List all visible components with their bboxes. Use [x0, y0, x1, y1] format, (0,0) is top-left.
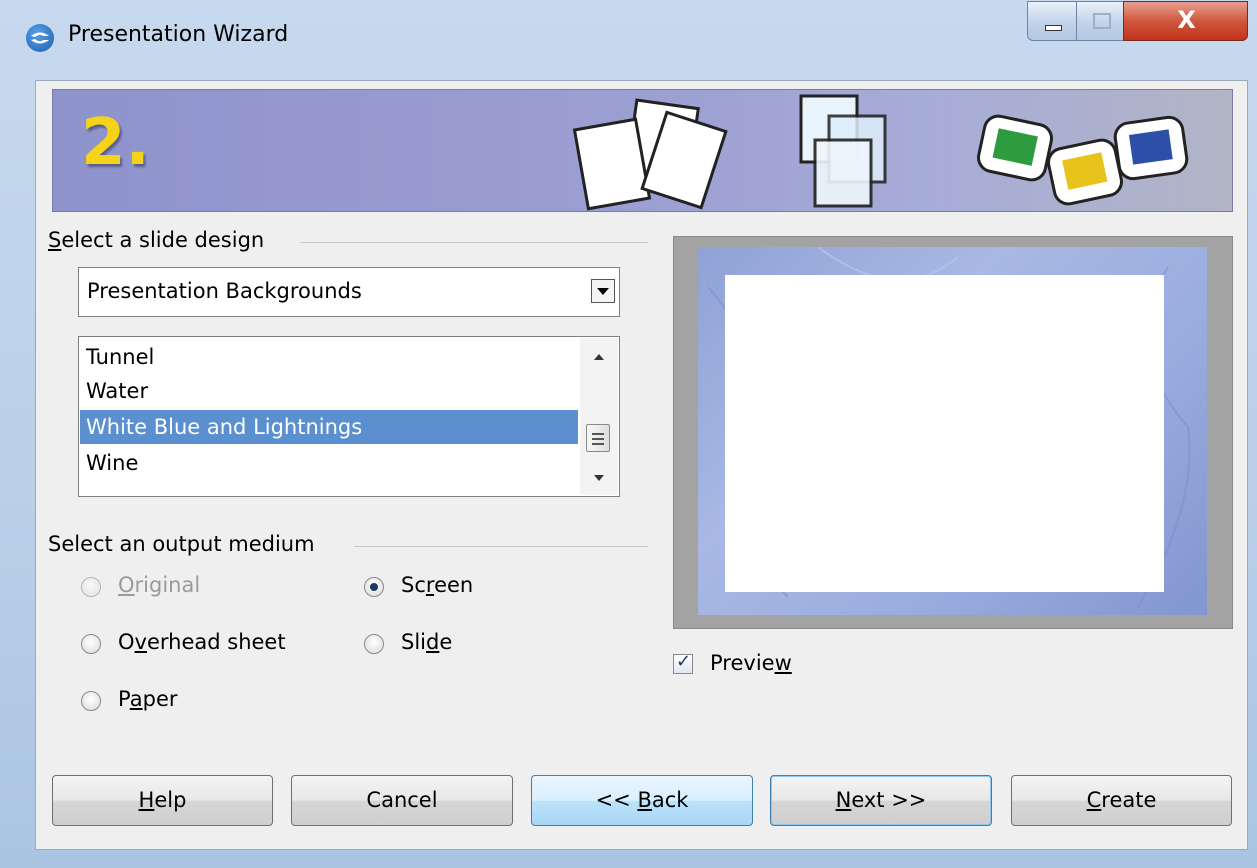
- radio-button[interactable]: [81, 577, 101, 597]
- preview-checkbox[interactable]: [673, 651, 693, 674]
- radio-label-screen: Screen: [401, 573, 474, 597]
- help-button[interactable]: Help: [52, 775, 273, 826]
- create-button[interactable]: Create: [1011, 775, 1232, 826]
- pages-icon: [572, 98, 728, 211]
- output-medium-group-label: Select an output medium: [48, 532, 315, 556]
- radio-button-checked[interactable]: [364, 577, 384, 597]
- maximize-button[interactable]: [1076, 1, 1124, 41]
- wizard-client-area: 2. Select a slide design Presentation Ba…: [35, 80, 1248, 850]
- radio-button[interactable]: [81, 634, 101, 654]
- output-medium-group-line: [354, 546, 648, 547]
- banner-illustration: [572, 94, 1189, 211]
- list-item[interactable]: Water: [80, 374, 578, 408]
- title-bar[interactable]: Presentation Wizard X: [0, 0, 1257, 80]
- close-button[interactable]: X: [1123, 1, 1248, 41]
- slide-design-label-text: elect a slide design: [61, 228, 265, 252]
- maximize-icon: [1093, 13, 1111, 29]
- minimize-button[interactable]: [1027, 1, 1077, 41]
- app-icon: [26, 24, 54, 52]
- radio-label-slide: Slide: [401, 630, 453, 654]
- chevron-down-icon[interactable]: [591, 279, 615, 303]
- slide-preview-content-area: [725, 275, 1164, 592]
- radio-label-original: Original: [118, 573, 201, 597]
- radio-label-overhead-sheet: Overhead sheet: [118, 630, 286, 654]
- radio-button[interactable]: [364, 634, 384, 654]
- slide-preview-background: [698, 247, 1207, 615]
- preview-checkbox-label: Preview: [710, 651, 792, 675]
- slide-design-listbox[interactable]: Tunnel Water White Blue and Lightnings W…: [78, 336, 620, 497]
- slides-icon: [977, 114, 1189, 206]
- list-item[interactable]: Wine: [80, 446, 578, 480]
- next-button[interactable]: Next >>: [770, 775, 992, 826]
- slide-design-group-label: Select a slide design: [48, 228, 264, 252]
- slide-design-label-mnemonic: S: [48, 228, 62, 252]
- slide-design-group-line: [300, 242, 648, 243]
- scroll-up-arrow-icon[interactable]: [580, 342, 618, 370]
- window-title: Presentation Wizard: [68, 22, 289, 47]
- minimize-icon: [1045, 25, 1062, 31]
- wizard-banner: 2.: [52, 89, 1233, 212]
- dropdown-selected-value: Presentation Backgrounds: [87, 279, 362, 303]
- presentation-wizard-window: Presentation Wizard X 2. Select a slide …: [0, 0, 1257, 868]
- radio-label-paper: Paper: [118, 687, 178, 711]
- list-item[interactable]: Tunnel: [80, 340, 578, 374]
- radio-button[interactable]: [81, 691, 101, 711]
- scroll-thumb[interactable]: [586, 424, 610, 452]
- transparencies-icon: [799, 94, 887, 208]
- slide-preview-frame: [673, 236, 1233, 629]
- listbox-scrollbar[interactable]: [580, 338, 618, 495]
- back-button[interactable]: << Back: [531, 775, 753, 826]
- list-item-selected[interactable]: White Blue and Lightnings: [80, 410, 578, 444]
- close-icon: X: [1177, 6, 1196, 34]
- cancel-button[interactable]: Cancel: [291, 775, 513, 826]
- slide-design-category-dropdown[interactable]: Presentation Backgrounds: [78, 267, 620, 317]
- scroll-down-arrow-icon[interactable]: [580, 465, 618, 493]
